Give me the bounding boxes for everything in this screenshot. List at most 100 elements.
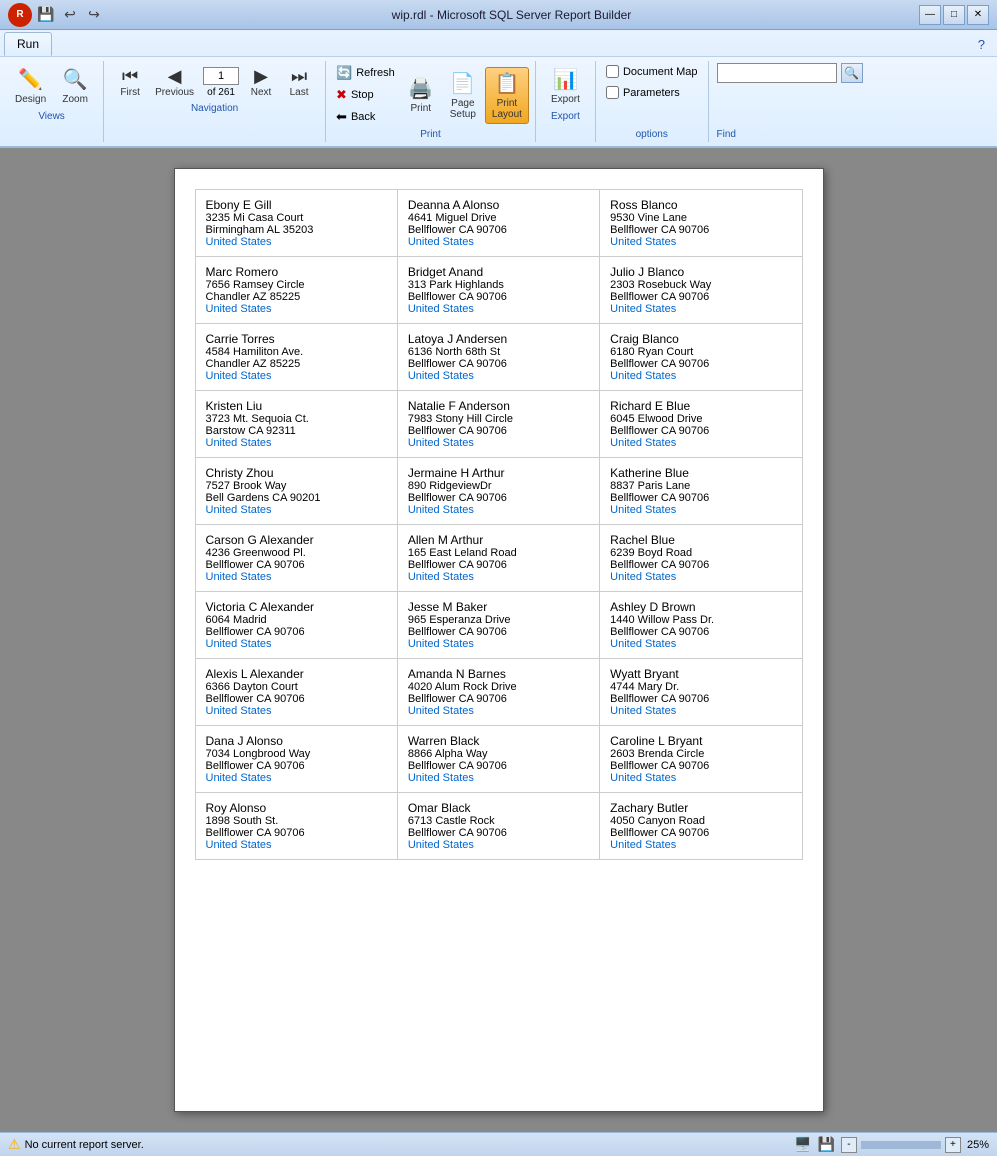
person-country: United States bbox=[408, 437, 589, 449]
person-country: United States bbox=[408, 303, 589, 315]
document-map-checkbox[interactable] bbox=[606, 65, 619, 78]
report-page: Ebony E Gill 3235 Mi Casa Court Birmingh… bbox=[174, 168, 824, 1112]
first-icon: ⏮ bbox=[122, 66, 138, 87]
redo-button[interactable]: ↪ bbox=[84, 5, 104, 25]
window-title: wip.rdl - Microsoft SQL Server Report Bu… bbox=[104, 8, 919, 22]
table-cell: Julio J Blanco 2303 Rosebuck Way Bellflo… bbox=[600, 257, 802, 324]
next-icon: ▶ bbox=[254, 66, 268, 87]
back-button[interactable]: ⬅ Back bbox=[332, 107, 399, 127]
parameters-checkbox[interactable] bbox=[606, 86, 619, 99]
page-of-text: of 261 bbox=[207, 87, 235, 98]
person-country: United States bbox=[206, 437, 387, 449]
person-city: Bellflower CA 90706 bbox=[610, 291, 791, 303]
person-address: 4020 Alum Rock Drive bbox=[408, 681, 589, 693]
zoom-out-button[interactable]: - bbox=[841, 1137, 857, 1153]
table-cell: Rachel Blue 6239 Boyd Road Bellflower CA… bbox=[600, 525, 802, 592]
stop-button[interactable]: ✖ Stop bbox=[332, 85, 399, 105]
table-cell: Dana J Alonso 7034 Longbrood Way Bellflo… bbox=[195, 726, 397, 793]
table-cell: Omar Black 6713 Castle Rock Bellflower C… bbox=[397, 793, 599, 860]
person-name: Zachary Butler bbox=[610, 801, 791, 815]
person-name: Natalie F Anderson bbox=[408, 399, 589, 413]
table-cell: Jermaine H Arthur 890 RidgeviewDr Bellfl… bbox=[397, 458, 599, 525]
document-map-button[interactable]: Document Map bbox=[604, 63, 700, 80]
table-cell: Natalie F Anderson 7983 Stony Hill Circl… bbox=[397, 391, 599, 458]
maximize-button[interactable]: □ bbox=[943, 5, 965, 25]
zoom-in-button[interactable]: + bbox=[945, 1137, 961, 1153]
status-icon-left: 🖥️ bbox=[794, 1136, 811, 1153]
page-setup-button[interactable]: 📄 Page Setup bbox=[443, 67, 483, 124]
export-button[interactable]: 📊 Export bbox=[544, 63, 587, 109]
person-name: Ross Blanco bbox=[610, 198, 791, 212]
person-name: Carson G Alexander bbox=[206, 533, 387, 547]
find-input[interactable] bbox=[717, 63, 837, 83]
person-country: United States bbox=[206, 638, 387, 650]
person-address: 4584 Hamiliton Ave. bbox=[206, 346, 387, 358]
zoom-button[interactable]: 🔍 Zoom bbox=[55, 63, 95, 109]
ribbon-tabs: Run ? bbox=[0, 30, 997, 56]
person-address: 6366 Dayton Court bbox=[206, 681, 387, 693]
person-name: Jermaine H Arthur bbox=[408, 466, 589, 480]
next-button[interactable]: ▶ Next bbox=[243, 63, 279, 101]
person-address: 6136 North 68th St bbox=[408, 346, 589, 358]
table-cell: Allen M Arthur 165 East Leland Road Bell… bbox=[397, 525, 599, 592]
refresh-button[interactable]: 🔄 Refresh bbox=[332, 63, 399, 83]
person-city: Bellflower CA 90706 bbox=[610, 827, 791, 839]
find-label: Find bbox=[717, 129, 736, 140]
minimize-button[interactable]: — bbox=[919, 5, 941, 25]
print-label: Print bbox=[332, 129, 529, 140]
person-city: Bellflower CA 90706 bbox=[408, 492, 589, 504]
status-warning-icon: ⚠ bbox=[8, 1136, 21, 1153]
person-address: 4744 Mary Dr. bbox=[610, 681, 791, 693]
parameters-button[interactable]: Parameters bbox=[604, 84, 700, 101]
print-button[interactable]: 🖨️ Print bbox=[401, 72, 441, 118]
person-name: Deanna A Alonso bbox=[408, 198, 589, 212]
print-layout-icon: 📋 bbox=[494, 71, 519, 96]
person-address: 6064 Madrid bbox=[206, 614, 387, 626]
table-cell: Alexis L Alexander 6366 Dayton Court Bel… bbox=[195, 659, 397, 726]
options-group: Document Map Parameters options bbox=[596, 61, 709, 142]
person-city: Bellflower CA 90706 bbox=[408, 693, 589, 705]
title-bar: R 💾 ↩ ↪ wip.rdl - Microsoft SQL Server R… bbox=[0, 0, 997, 30]
print-layout-button[interactable]: 📋 Print Layout bbox=[485, 67, 529, 124]
undo-button[interactable]: ↩ bbox=[60, 5, 80, 25]
last-button[interactable]: ⏭ Last bbox=[281, 63, 317, 101]
design-button[interactable]: ✏️ Design bbox=[8, 63, 53, 109]
close-button[interactable]: ✕ bbox=[967, 5, 989, 25]
previous-icon: ◀ bbox=[168, 66, 182, 87]
tab-run[interactable]: Run bbox=[4, 32, 52, 56]
help-button[interactable]: ? bbox=[970, 32, 993, 56]
person-country: United States bbox=[610, 437, 791, 449]
views-label: Views bbox=[38, 111, 65, 122]
person-name: Carrie Torres bbox=[206, 332, 387, 346]
options-buttons: Document Map Parameters bbox=[604, 63, 700, 129]
find-button[interactable]: 🔍 bbox=[841, 63, 863, 83]
person-address: 965 Esperanza Drive bbox=[408, 614, 589, 626]
person-name: Jesse M Baker bbox=[408, 600, 589, 614]
previous-button[interactable]: ◀ Previous bbox=[150, 63, 199, 101]
person-city: Chandler AZ 85225 bbox=[206, 358, 387, 370]
ribbon-body: ✏️ Design 🔍 Zoom Views ⏮ First ◀ Pr bbox=[0, 56, 997, 146]
save-button[interactable]: 💾 bbox=[36, 5, 56, 25]
navigation-label: Navigation bbox=[191, 103, 238, 114]
person-address: 6045 Elwood Drive bbox=[610, 413, 791, 425]
person-country: United States bbox=[610, 638, 791, 650]
person-country: United States bbox=[408, 839, 589, 851]
export-group: 📊 Export Export bbox=[536, 61, 596, 142]
person-country: United States bbox=[206, 839, 387, 851]
status-message: No current report server. bbox=[25, 1139, 144, 1151]
table-cell: Jesse M Baker 965 Esperanza Drive Bellfl… bbox=[397, 592, 599, 659]
first-button[interactable]: ⏮ First bbox=[112, 63, 148, 101]
person-country: United States bbox=[206, 370, 387, 382]
person-address: 2303 Rosebuck Way bbox=[610, 279, 791, 291]
person-name: Kristen Liu bbox=[206, 399, 387, 413]
person-name: Marc Romero bbox=[206, 265, 387, 279]
document-map-label: Document Map bbox=[623, 66, 698, 78]
app-icon: R bbox=[8, 3, 32, 27]
page-number-input[interactable] bbox=[203, 67, 239, 85]
person-address: 7983 Stony Hill Circle bbox=[408, 413, 589, 425]
table-row: Marc Romero 7656 Ramsey Circle Chandler … bbox=[195, 257, 802, 324]
table-cell: Wyatt Bryant 4744 Mary Dr. Bellflower CA… bbox=[600, 659, 802, 726]
table-cell: Carson G Alexander 4236 Greenwood Pl. Be… bbox=[195, 525, 397, 592]
table-cell: Katherine Blue 8837 Paris Lane Bellflowe… bbox=[600, 458, 802, 525]
refresh-icon: 🔄 bbox=[336, 65, 352, 81]
